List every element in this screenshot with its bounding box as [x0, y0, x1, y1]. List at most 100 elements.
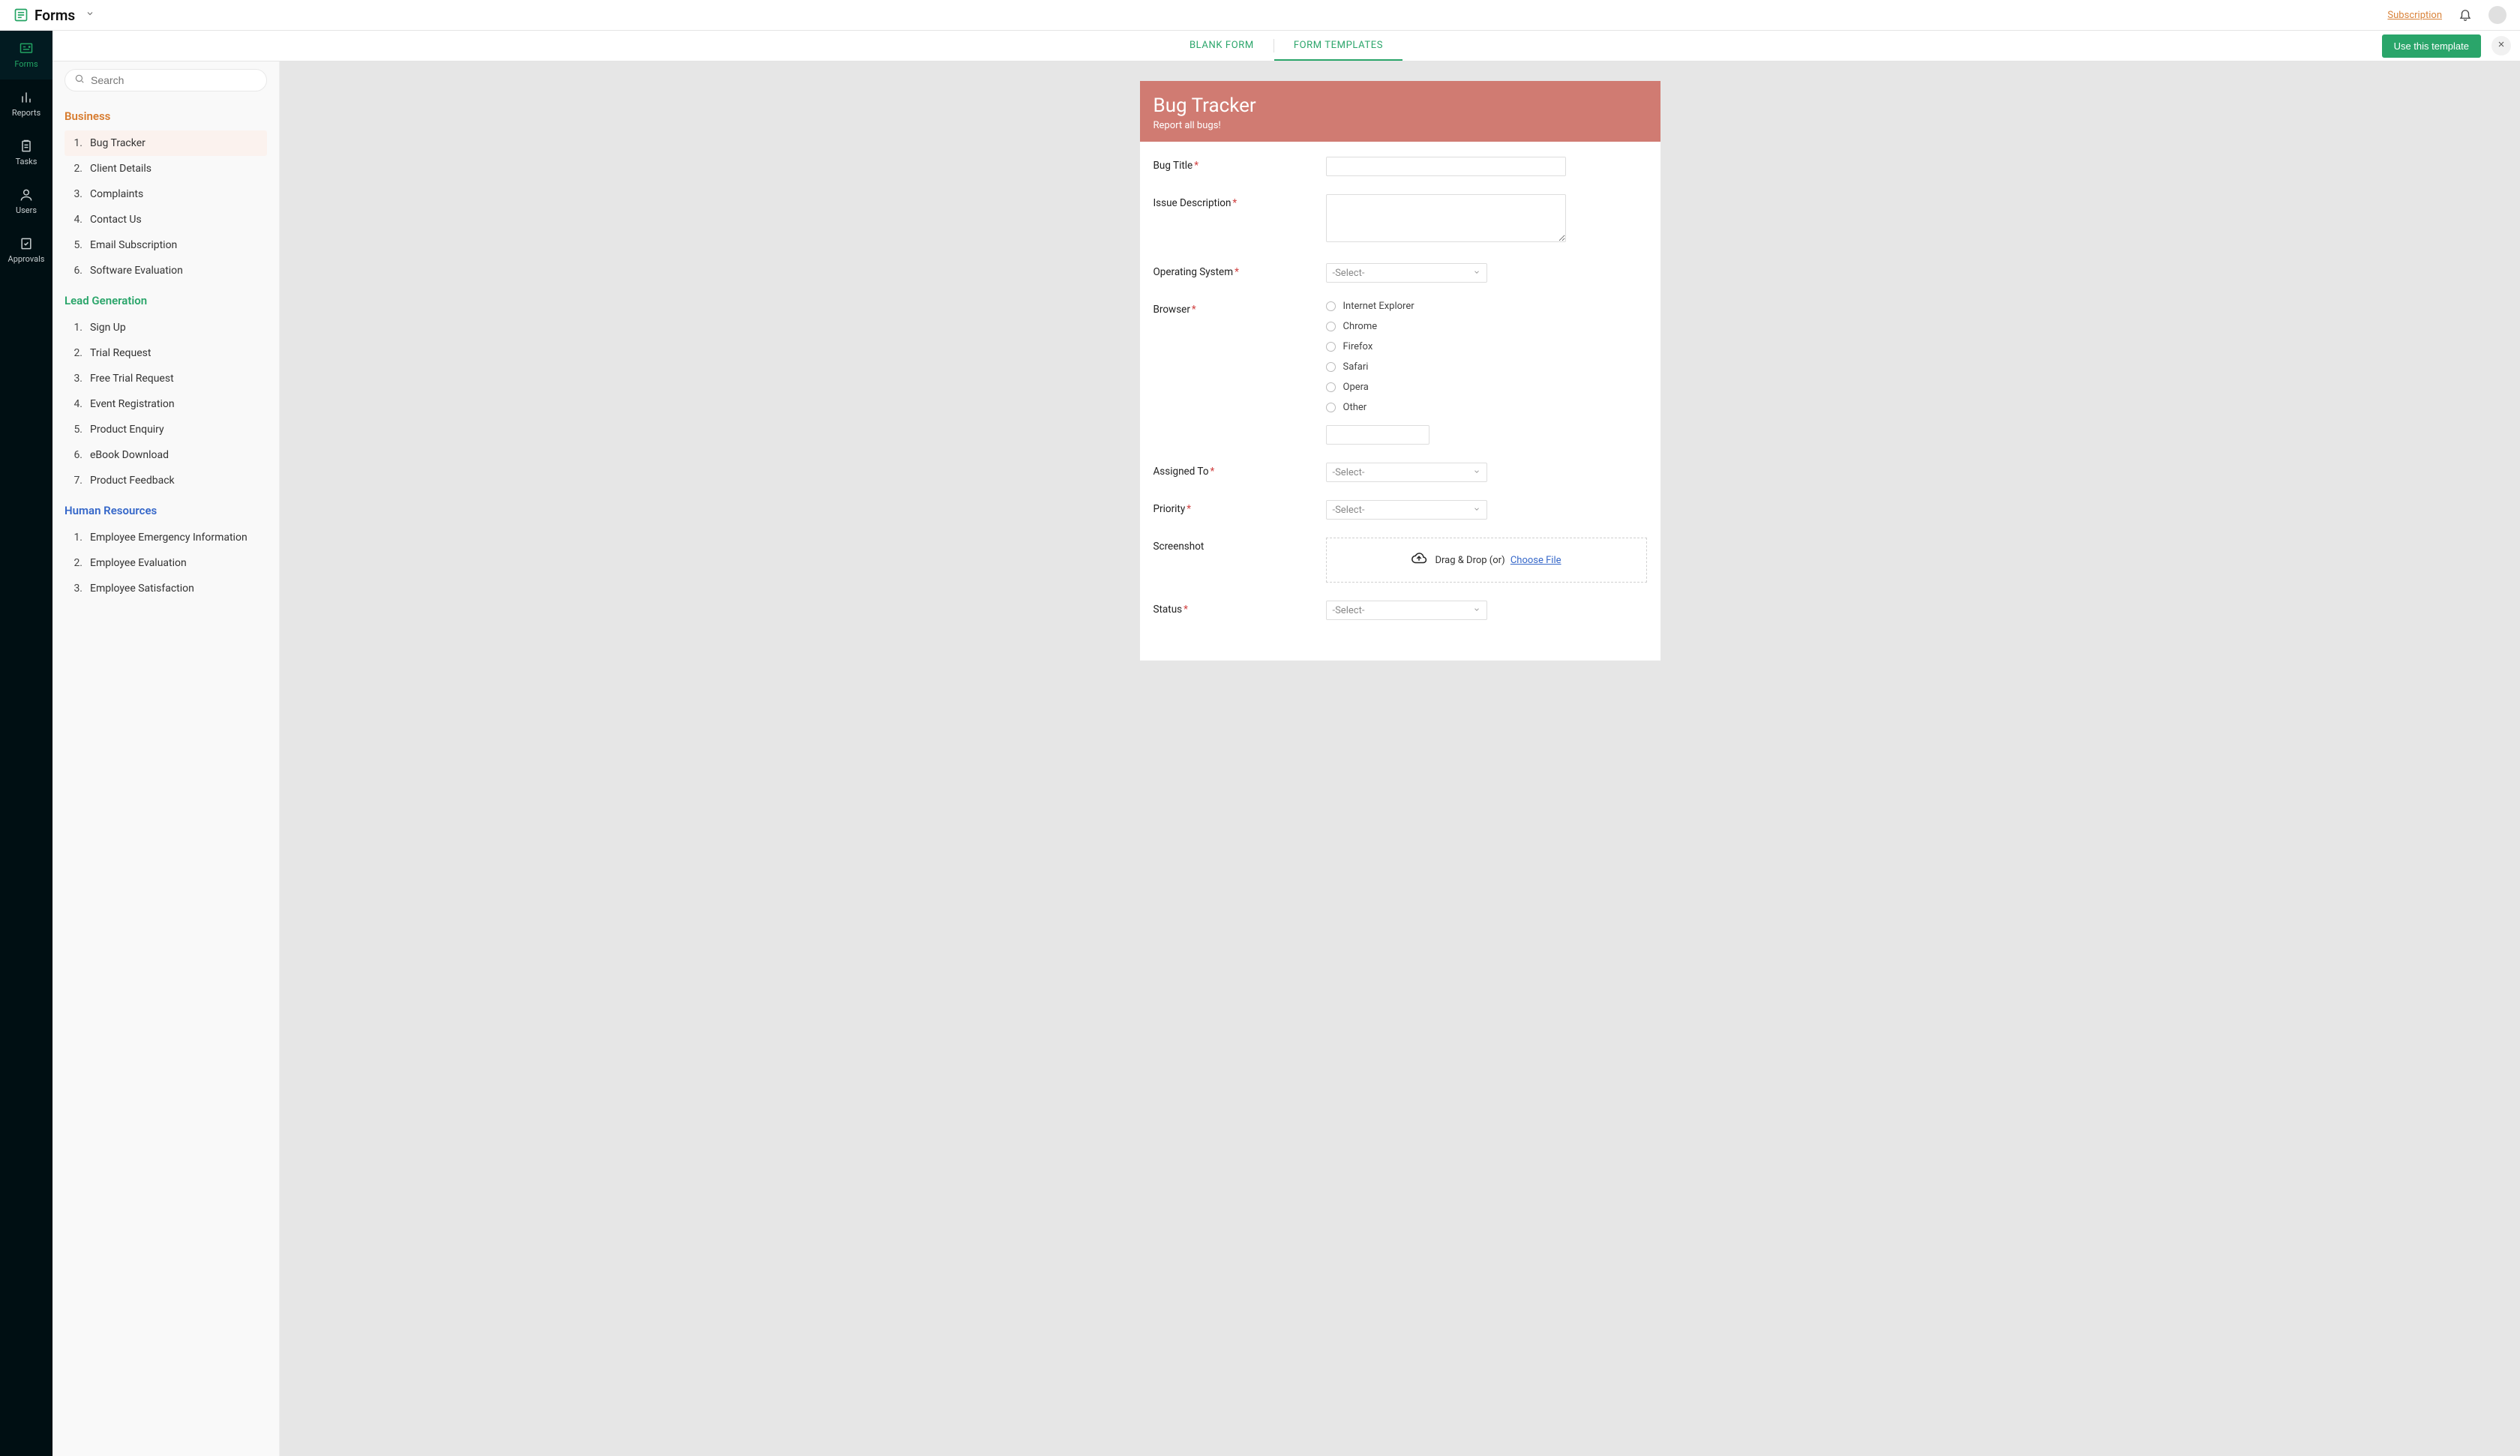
template-item[interactable]: 5.Product Enquiry: [64, 417, 267, 442]
chevron-down-icon: [1473, 505, 1480, 516]
templates-header: BLANK FORM FORM TEMPLATES Use this templ…: [52, 31, 2520, 61]
template-item-label: Product Feedback: [90, 475, 175, 487]
radio-label: Firefox: [1343, 341, 1373, 352]
vnav-label: Reports: [12, 108, 40, 118]
field-operating-system: Operating System* -Select-: [1154, 263, 1647, 283]
template-item-label: Complaints: [90, 188, 143, 200]
subscription-link[interactable]: Subscription: [2387, 10, 2442, 21]
tab-form-templates[interactable]: FORM TEMPLATES: [1274, 31, 1402, 61]
select-placeholder: -Select-: [1333, 467, 1365, 478]
field-issue-description: Issue Description*: [1154, 194, 1647, 245]
template-item[interactable]: 5.Email Subscription: [64, 232, 267, 258]
radio-icon: [1326, 301, 1336, 311]
topbar-right: Subscription: [2387, 4, 2506, 26]
template-item-index: 5.: [72, 239, 82, 251]
template-item[interactable]: 6.Software Evaluation: [64, 258, 267, 283]
template-list: 1.Sign Up2.Trial Request3.Free Trial Req…: [64, 315, 267, 493]
select-operating-system[interactable]: -Select-: [1326, 263, 1487, 283]
template-item[interactable]: 1.Sign Up: [64, 315, 267, 340]
vnav-item-approvals[interactable]: Approvals: [0, 226, 52, 274]
template-item-index: 5.: [72, 424, 82, 436]
template-item[interactable]: 2.Trial Request: [64, 340, 267, 366]
select-placeholder: -Select-: [1333, 605, 1365, 616]
template-item-index: 1.: [72, 322, 82, 334]
template-item[interactable]: 1.Bug Tracker: [64, 130, 267, 156]
upload-icon: [1411, 550, 1427, 570]
label-screenshot: Screenshot: [1154, 538, 1326, 553]
category-title: Lead Generation: [64, 294, 267, 307]
forms-icon: [19, 41, 34, 56]
vnav-item-reports[interactable]: Reports: [0, 79, 52, 128]
template-item[interactable]: 2.Employee Evaluation: [64, 550, 267, 576]
form-preview[interactable]: Bug Tracker Report all bugs! Bug Title*: [280, 61, 2520, 1456]
radio-option[interactable]: Internet Explorer: [1326, 301, 1647, 312]
radio-option[interactable]: Other: [1326, 402, 1647, 413]
label-assigned-to: Assigned To*: [1154, 463, 1326, 478]
templates-page: BLANK FORM FORM TEMPLATES Use this templ…: [52, 31, 2520, 1456]
brand[interactable]: Forms: [14, 7, 94, 24]
field-assigned-to: Assigned To* -Select-: [1154, 463, 1647, 482]
label-priority: Priority*: [1154, 500, 1326, 515]
vnav-item-tasks[interactable]: Tasks: [0, 128, 52, 177]
template-item[interactable]: 3.Complaints: [64, 181, 267, 207]
radio-option[interactable]: Chrome: [1326, 321, 1647, 332]
template-sidebar: Business 1.Bug Tracker2.Client Details3.C…: [52, 61, 280, 1456]
vnav-label: Users: [16, 205, 37, 215]
textarea-issue-description[interactable]: [1326, 194, 1566, 242]
bar-chart-icon: [19, 90, 34, 105]
select-status[interactable]: -Select-: [1326, 601, 1487, 620]
templates-header-right: Use this template: [2382, 34, 2511, 58]
category-title: Business: [64, 109, 267, 123]
tabs: BLANK FORM FORM TEMPLATES: [1170, 31, 1402, 61]
search-input[interactable]: [91, 74, 257, 86]
template-item-label: Employee Satisfaction: [90, 583, 194, 595]
bell-icon: [2458, 12, 2472, 23]
radio-option[interactable]: Firefox: [1326, 341, 1647, 352]
vnav-label: Approvals: [8, 254, 45, 264]
avatar[interactable]: [2488, 6, 2506, 24]
template-item[interactable]: 2.Client Details: [64, 156, 267, 181]
radio-option[interactable]: Opera: [1326, 382, 1647, 393]
template-list: 1.Employee Emergency Information2.Employ…: [64, 525, 267, 601]
input-bug-title[interactable]: [1326, 157, 1566, 176]
template-item-label: eBook Download: [90, 449, 169, 461]
vnav-item-forms[interactable]: Forms: [0, 31, 52, 79]
template-item[interactable]: 3.Employee Satisfaction: [64, 576, 267, 601]
vnav-item-users[interactable]: Users: [0, 177, 52, 226]
search-input-wrap[interactable]: [64, 69, 267, 91]
template-category: Human Resources1.Employee Emergency Info…: [64, 504, 267, 601]
template-item[interactable]: 3.Free Trial Request: [64, 366, 267, 391]
content: Business 1.Bug Tracker2.Client Details3.C…: [52, 61, 2520, 1456]
tab-blank-form[interactable]: BLANK FORM: [1170, 31, 1274, 61]
template-item[interactable]: 4.Contact Us: [64, 207, 267, 232]
radio-icon: [1326, 322, 1336, 331]
notifications-button[interactable]: [2456, 4, 2475, 26]
app-switch-caret-icon[interactable]: [86, 9, 94, 21]
radio-label: Opera: [1343, 382, 1369, 393]
template-item[interactable]: 1.Employee Emergency Information: [64, 525, 267, 550]
template-item[interactable]: 6.eBook Download: [64, 442, 267, 468]
template-item-index: 4.: [72, 214, 82, 226]
template-category: Lead Generation 1.Sign Up2.Trial Request3…: [64, 294, 267, 493]
template-item-label: Free Trial Request: [90, 373, 174, 385]
close-button[interactable]: [2492, 36, 2511, 55]
template-item[interactable]: 4.Event Registration: [64, 391, 267, 417]
select-placeholder: -Select-: [1333, 505, 1365, 516]
select-assigned-to[interactable]: -Select-: [1326, 463, 1487, 482]
field-browser: Browser* Internet ExplorerChromeFirefoxS…: [1154, 301, 1647, 445]
required-asterisk: *: [1186, 503, 1191, 515]
input-browser-other[interactable]: [1326, 425, 1430, 445]
label-bug-title: Bug Title*: [1154, 157, 1326, 172]
template-item-index: 2.: [72, 163, 82, 175]
select-priority[interactable]: -Select-: [1326, 500, 1487, 520]
choose-file-link[interactable]: Choose File: [1510, 555, 1562, 566]
topbar: Forms Subscription: [0, 0, 2520, 31]
radio-option[interactable]: Safari: [1326, 361, 1647, 373]
use-template-button[interactable]: Use this template: [2382, 34, 2481, 58]
label-issue-description: Issue Description*: [1154, 194, 1326, 209]
template-item[interactable]: 7.Product Feedback: [64, 468, 267, 493]
file-dropzone[interactable]: Drag & Drop (or) Choose File: [1326, 538, 1647, 583]
approve-icon: [19, 236, 34, 251]
template-list-scroll[interactable]: Business 1.Bug Tracker2.Client Details3.C…: [52, 99, 279, 1456]
form-body: Bug Title* Issue Description*: [1140, 142, 1660, 661]
